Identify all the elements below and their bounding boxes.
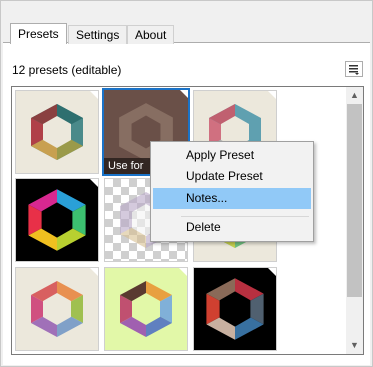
up-arrow-icon[interactable]: ▲ [346, 87, 363, 104]
scrollbar-thumb[interactable] [347, 104, 362, 297]
preset-context-menu: Apply Preset Update Preset Notes... Dele… [150, 141, 314, 242]
down-arrow-icon[interactable]: ▼ [346, 337, 363, 354]
tab-about[interactable]: About [127, 25, 175, 44]
preset-tile[interactable] [15, 90, 99, 174]
preset-tile[interactable] [15, 267, 99, 351]
tab-settings[interactable]: Settings [68, 25, 128, 44]
presets-menu-button[interactable] [345, 61, 363, 77]
menu-item-apply-preset[interactable]: Apply Preset [153, 145, 311, 166]
menu-item-update-preset[interactable]: Update Preset [153, 166, 311, 187]
menu-item-delete[interactable]: Delete [153, 217, 311, 238]
preset-thumbnail-icon [206, 278, 264, 340]
presets-count-label: 12 presets (editable) [12, 63, 122, 77]
preset-tile[interactable] [104, 267, 188, 351]
menu-item-notes[interactable]: Notes... [153, 188, 311, 209]
preset-thumbnail-icon [31, 104, 83, 160]
list-menu-icon [349, 65, 359, 75]
preset-thumbnail-icon [28, 189, 86, 251]
preset-tile[interactable] [15, 178, 99, 262]
preset-thumbnail-icon [31, 281, 83, 337]
tab-presets[interactable]: Presets [10, 23, 67, 44]
preset-tile[interactable] [193, 267, 277, 351]
preset-grid-scrollbar[interactable]: ▲ ▼ [346, 87, 363, 354]
preset-thumbnail-icon [120, 281, 172, 337]
presets-window: Presets Settings About 12 presets (edita… [0, 0, 373, 367]
